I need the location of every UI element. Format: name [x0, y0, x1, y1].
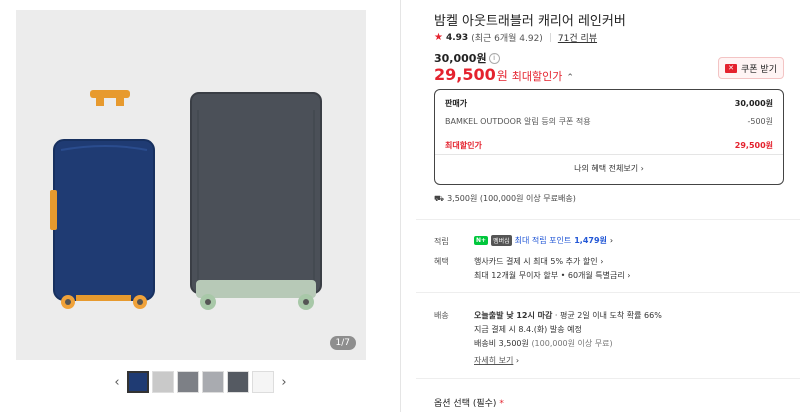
npay-badge: N+ [474, 236, 489, 245]
original-price: 30,000원 i [434, 50, 500, 66]
seller-price-label: 판매가 [445, 99, 468, 108]
benefit-line-2: 최대 12개월 무이자 할부 • 60개월 특별금리 [474, 271, 625, 280]
column-divider [400, 0, 401, 412]
product-main-image[interactable]: 1/7 [16, 10, 366, 360]
max-discount-value: 29,500원 [734, 141, 773, 150]
coupon-discount-label: BAMKEL OUTDOOR 알림 등의 쿠폰 적용 [445, 117, 591, 126]
delivery-line-3: 배송비 3,500원 (100,000원 이상 무료) [474, 338, 613, 349]
chevron-left-icon[interactable]: ‹ [110, 375, 124, 390]
thumbnail-2[interactable] [152, 371, 174, 393]
section-divider [416, 219, 800, 220]
membership-badge: 멤버십 [491, 235, 512, 246]
rating-separator: | [548, 32, 552, 43]
product-title: 밤켈 아웃트래블러 캐리어 레인커버 [434, 14, 626, 29]
coupon-discount-row: BAMKEL OUTDOOR 알림 등의 쿠폰 적용 -500원 [445, 116, 773, 127]
delivery-fee: 배송비 3,500원 [474, 339, 529, 348]
section-divider [416, 292, 800, 293]
star-icon: ★ [434, 32, 443, 43]
chevron-right-icon: › [515, 356, 520, 365]
thumbnail-5[interactable] [227, 371, 249, 393]
points-label: 적립 [434, 237, 449, 246]
delivery-probability: · 평균 2일 이내 도착 확률 66% [554, 311, 662, 320]
all-benefits-label: 나의 혜택 전체보기 [574, 164, 639, 173]
delivery-fee-note: (100,000원 이상 무료) [531, 339, 613, 348]
chevron-right-icon: › [627, 271, 631, 280]
rating-score: 4.93 [445, 32, 469, 43]
thumbnail-1[interactable] [127, 371, 149, 393]
coupon-discount-value: -500원 [747, 117, 773, 126]
chevron-right-icon[interactable]: › [277, 375, 291, 390]
delivery-detail-link[interactable]: 자세히 보기 › [474, 355, 519, 366]
benefit-line-1: 행사카드 결제 시 최대 5% 추가 할인 [474, 257, 598, 266]
all-benefits-link[interactable]: 나의 혜택 전체보기 › [435, 163, 783, 174]
price-breakdown-box: 판매가 30,000원 BAMKEL OUTDOOR 알림 등의 쿠폰 적용 -… [434, 89, 784, 185]
delivery-line-2: 지금 결제 시 8.4.(화) 발송 예정 [474, 325, 582, 334]
image-counter: 1/7 [329, 336, 356, 350]
sale-price-amount: 29,500 [434, 65, 496, 84]
info-icon[interactable]: i [488, 52, 500, 64]
delivery-label: 배송 [434, 311, 449, 320]
sale-price-label[interactable]: 최대할인가 [512, 68, 563, 84]
delivery-line-1: 오늘출발 낮 12시 마감 · 평균 2일 이내 도착 확률 66% [474, 310, 662, 321]
shipping-summary: ⛟ 3,500원 (100,000원 이상 무료배송) [434, 193, 576, 204]
coupon-button-label: 쿠폰 받기 [741, 64, 777, 75]
max-discount-label: 최대할인가 [445, 141, 482, 150]
seller-price-row: 판매가 30,000원 [445, 98, 773, 109]
max-discount-row: 최대할인가 29,500원 [445, 140, 773, 151]
points-row[interactable]: N+ 멤버십 최대 적립 포인트 1,479원 › [474, 235, 613, 246]
chevron-up-icon[interactable]: ⌃ [566, 73, 574, 83]
sale-price-currency: 원 [496, 69, 508, 83]
points-value: 1,479원 [574, 236, 607, 245]
chevron-right-icon: › [609, 236, 614, 245]
thumbnail-4[interactable] [202, 371, 224, 393]
rating-recent: (최근 6개월 4.92) [471, 34, 543, 44]
benefits-label: 혜택 [434, 257, 449, 266]
sale-price: 29,500 원 최대할인가 ⌃ [434, 65, 574, 84]
product-photo [50, 90, 322, 310]
options-heading: 옵션 선택 (필수) * [434, 396, 504, 409]
options-label: 옵션 선택 (필수) [434, 399, 497, 409]
rating-row: ★ 4.93 (최근 6개월 4.92) | 71건 리뷰 [434, 31, 597, 44]
chevron-right-icon: › [600, 257, 604, 266]
coupon-button[interactable]: ✕ 쿠폰 받기 [718, 57, 784, 79]
review-count-link[interactable]: 71건 리뷰 [558, 31, 597, 44]
delivery-today-cutoff: 오늘출발 낮 12시 마감 [474, 311, 553, 320]
thumbnail-3[interactable] [177, 371, 199, 393]
points-text: 최대 적립 포인트 [514, 236, 572, 245]
delivery-detail-label: 자세히 보기 [474, 356, 514, 365]
coupon-icon: ✕ [725, 63, 737, 73]
shipping-summary-text: 3,500원 (100,000원 이상 무료배송) [447, 194, 576, 203]
section-divider [416, 378, 800, 379]
chevron-right-icon: › [640, 164, 644, 173]
seller-price-value: 30,000원 [734, 99, 773, 108]
thumbnail-6[interactable] [252, 371, 274, 393]
truck-icon: ⛟ [434, 193, 445, 203]
benefit-card-discount[interactable]: 행사카드 결제 시 최대 5% 추가 할인 › [474, 256, 603, 267]
required-mark: * [499, 399, 504, 409]
price-box-divider [435, 154, 783, 155]
thumbnail-strip: ‹ › [110, 369, 291, 395]
benefit-installment[interactable]: 최대 12개월 무이자 할부 • 60개월 특별금리 › [474, 270, 631, 281]
original-price-value: 30,000원 [434, 52, 487, 65]
